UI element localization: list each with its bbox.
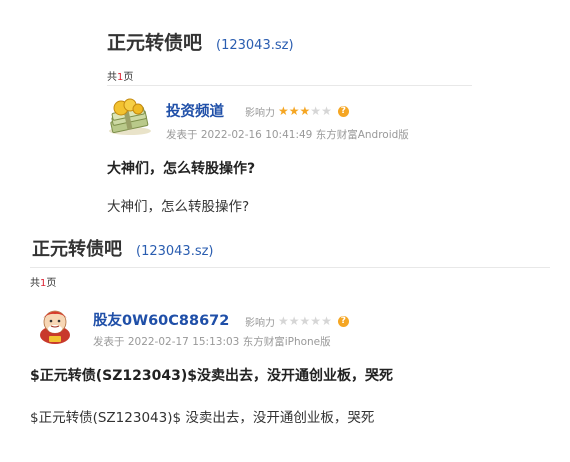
star-empty-icon: ★ [299, 314, 311, 328]
post-meta: 发表于 2022-02-16 10:41:49 东方财富Android版 [166, 129, 409, 141]
post-card-1: 正元转债吧 (123043.sz) 共1页 投资频道 影响力 ★★★★★ ? 发… [0, 0, 570, 230]
influence-rating: 影响力 ★★★★★ ? [245, 104, 349, 119]
user-avatar-cartoon-icon[interactable] [35, 305, 75, 345]
divider [30, 267, 550, 268]
post-body: $正元转债(SZ123043)$ 没卖出去，没开通创业板，哭死 [30, 410, 375, 426]
star-filled-icon: ★ [278, 104, 289, 118]
influence-label: 影响力 [245, 108, 275, 119]
star-empty-icon: ★ [321, 104, 332, 118]
page-count-suffix: 页 [123, 72, 134, 83]
star-empty-icon: ★ [310, 314, 322, 328]
star-empty-icon: ★ [278, 314, 289, 328]
influence-rating: 影响力 ★★★★★ ? [245, 314, 349, 329]
post-meta: 发表于 2022-02-17 15:13:03 东方财富iPhone版 [93, 336, 331, 348]
page-count-suffix: 页 [46, 278, 57, 289]
user-name-link[interactable]: 投资频道 [166, 100, 224, 121]
page-count: 共1页 [107, 68, 133, 83]
help-icon[interactable]: ? [337, 316, 349, 327]
forum-header: 正元转债吧 (123043.sz) [107, 28, 294, 55]
user-name-link[interactable]: 股友0W60C88672 [93, 309, 229, 330]
post-title: 大神们，怎么转股操作? [107, 161, 256, 177]
stock-code[interactable]: (123043.sz) [136, 244, 214, 259]
post-card-2: 正元转债吧 (123043.sz) 共1页 股友0W60C88672 影响力 ★… [0, 230, 570, 462]
divider [107, 85, 472, 86]
page-count-prefix: 共 [107, 72, 117, 83]
user-avatar-money-icon[interactable] [107, 98, 153, 136]
stock-code[interactable]: (123043.sz) [216, 38, 294, 53]
forum-title[interactable]: 正元转债吧 [32, 235, 122, 261]
forum-title[interactable]: 正元转债吧 [107, 28, 202, 55]
influence-stars: ★★★★★ [278, 105, 332, 118]
page-count-prefix: 共 [30, 278, 40, 289]
influence-stars: ★★★★★ [278, 315, 332, 328]
influence-label: 影响力 [245, 318, 275, 329]
post-body: 大神们，怎么转股操作? [107, 199, 250, 215]
help-icon[interactable]: ? [337, 106, 349, 117]
forum-header: 正元转债吧 (123043.sz) [32, 235, 214, 261]
post-title: $正元转债(SZ123043)$没卖出去，没开通创业板，哭死 [30, 368, 393, 384]
star-empty-icon: ★ [321, 314, 332, 328]
page-count: 共1页 [30, 274, 56, 289]
star-filled-icon: ★ [288, 104, 300, 118]
star-empty-icon: ★ [288, 314, 300, 328]
star-empty-icon: ★ [310, 104, 322, 118]
star-filled-icon: ★ [299, 104, 311, 118]
